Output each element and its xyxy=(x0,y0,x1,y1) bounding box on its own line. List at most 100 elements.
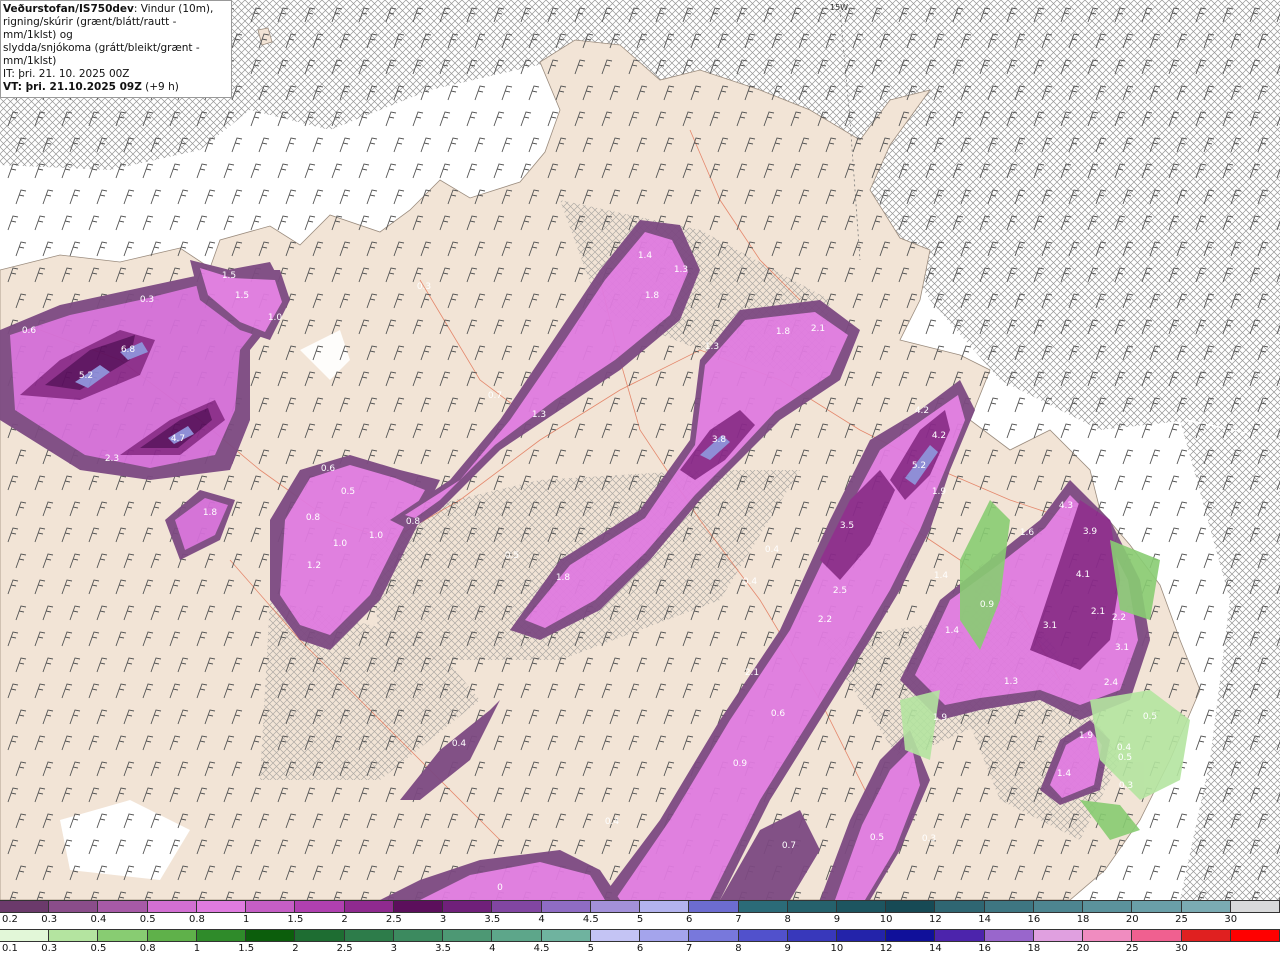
title-desc-2: rigning/skúrir (grænt/blátt/rautt - mm/1… xyxy=(3,16,177,41)
scale-rain-label: 7 xyxy=(686,943,693,954)
precip-value-label: 5.2 xyxy=(79,371,93,381)
scale-snow-swatch xyxy=(0,901,50,912)
scale-rain-swatch xyxy=(640,930,690,941)
snow-scale-bar: 0.2 0.3 0.4 0.5 0.8 1 1.5 2 2.5 3 3.5 4 4.5 5 6 7 8 9 10 12… xyxy=(0,900,1280,929)
scale-snow-label: 18 xyxy=(1076,914,1090,925)
precip-value-label: 1.8 xyxy=(645,291,660,301)
scale-snow-label: 5 xyxy=(636,914,644,925)
precip-value-label: 1.5 xyxy=(235,291,249,301)
scale-rain-label: 16 xyxy=(978,943,991,954)
precip-value-label: 0.7 xyxy=(782,841,796,851)
scale-rain-label: 6 xyxy=(636,943,644,954)
scale-snow-label: 12 xyxy=(929,914,942,925)
scale-snow-swatch xyxy=(1181,901,1231,912)
precip-value-label: 0.8 xyxy=(306,513,321,523)
scale-rain-swatch xyxy=(836,930,887,941)
rain-scale-labels: 0.1 0.3 0.5 0.8 1 1.5 2 2.5 3 3.5 4 4.5 5 6 7 8 9 10 12 14 1… xyxy=(0,942,1280,956)
rain-scale-bar: 0.1 0.3 0.5 0.8 1 1.5 2 2.5 3 3.5 4 4.5 5 6 7 8 9 10 12 14 1… xyxy=(0,929,1280,958)
precip-value-label: 1.3 xyxy=(1004,677,1018,687)
precip-value-label: 1.8 xyxy=(203,508,218,518)
scale-snow-label: 0.5 xyxy=(139,914,156,925)
scale-snow-swatch xyxy=(689,901,739,912)
precip-value-label: 4.1 xyxy=(1076,570,1090,580)
precip-value-label: 0.5 xyxy=(1143,712,1157,722)
precip-value-label: 0.4 xyxy=(1117,743,1132,753)
scale-rain-label: 2.5 xyxy=(336,943,353,954)
precip-value-label: 3.1 xyxy=(1043,621,1057,631)
precip-value-label: 1.0 xyxy=(268,313,283,323)
precip-value-label: 0.3 xyxy=(1119,781,1133,791)
precip-value-label: 4.3 xyxy=(1059,501,1073,511)
scale-rain-label: 3 xyxy=(390,943,398,954)
precip-value-label: 6.8 xyxy=(121,345,136,355)
precip-value-label: 0.4 xyxy=(743,577,758,587)
scale-rain-swatch xyxy=(344,930,394,941)
precip-value-label: 1.0 xyxy=(333,539,348,549)
scale-rain-label: 14 xyxy=(929,943,942,954)
precip-value-label: 0.4 xyxy=(452,739,467,749)
scale-rain-label: 10 xyxy=(830,943,844,954)
scale-rain-swatch xyxy=(541,930,591,941)
scale-snow-label: 1.5 xyxy=(287,914,304,925)
scale-snow-label: 8 xyxy=(784,914,791,925)
scale-rain-swatch xyxy=(689,930,739,941)
scale-snow-swatch xyxy=(443,901,493,912)
scale-rain-swatch xyxy=(1033,930,1084,941)
scale-rain-label: 0.5 xyxy=(90,943,107,954)
scale-snow-swatch xyxy=(246,901,296,912)
precip-value-label: 1.5 xyxy=(222,271,236,281)
scale-snow-label: 6 xyxy=(686,914,693,925)
precip-value-label: 1.2 xyxy=(307,561,321,571)
scale-rain-label: 3.5 xyxy=(435,943,452,954)
scale-rain-label: 4.5 xyxy=(533,943,550,954)
scale-rain-label: 25 xyxy=(1125,943,1139,954)
precip-value-label: 0.6 xyxy=(771,709,786,719)
precip-value-label: 0.7 xyxy=(488,391,502,401)
precip-value-label: 1.3 xyxy=(532,410,546,420)
scale-snow-label: 4.5 xyxy=(582,914,599,925)
scale-snow-label: 14 xyxy=(978,914,991,925)
precip-value-label: 1.4 xyxy=(934,571,949,581)
scale-rain-label: 18 xyxy=(1027,943,1041,954)
scale-rain-swatch xyxy=(787,930,837,941)
precip-value-label: 3.8 xyxy=(712,435,727,445)
scale-snow-swatch xyxy=(886,901,936,912)
precip-value-label: 0.9 xyxy=(733,759,748,769)
scale-rain-label: 0.1 xyxy=(2,943,18,954)
scale-rain-label: 1.5 xyxy=(238,943,255,954)
scale-rain-swatch xyxy=(98,930,148,941)
scale-rain-label: 12 xyxy=(879,943,893,954)
scale-rain-swatch xyxy=(738,930,788,941)
precip-value-label: 4.2 xyxy=(915,406,929,416)
title-desc-1: : Vindur (10m), xyxy=(133,3,214,15)
precip-value-label: 0.4 xyxy=(765,545,780,555)
precip-value-label: 3.5 xyxy=(840,521,854,531)
scale-rain-label: 2 xyxy=(292,943,299,954)
scale-snow-swatch xyxy=(787,901,837,912)
precip-value-label: 0.3 xyxy=(140,295,154,305)
scale-snow-label: 20 xyxy=(1125,914,1139,925)
precip-value-label: 0.5 xyxy=(1118,753,1132,763)
weather-map: 15W 1.51.50.30.66.85.21.04.72.31.80.31.4… xyxy=(0,0,1280,900)
scale-rain-swatch xyxy=(935,930,985,941)
precip-value-label: 1.3 xyxy=(705,342,719,352)
precip-value-label: 1.9 xyxy=(1079,731,1094,741)
scale-snow-label: 3.5 xyxy=(484,914,501,925)
precip-value-label: 2.5 xyxy=(833,586,847,596)
scale-rain-label: 20 xyxy=(1076,943,1090,954)
precip-value-label: 0.5 xyxy=(341,487,355,497)
scale-rain-swatch xyxy=(1132,930,1182,941)
scale-snow-swatch xyxy=(836,901,887,912)
rain-scale-swatches xyxy=(0,929,1280,942)
scale-snow-label: 2.5 xyxy=(385,914,402,925)
precip-value-label: 3.9 xyxy=(1083,527,1098,537)
precip-value-label: 0.6 xyxy=(22,326,37,336)
precip-value-label: 4.7 xyxy=(171,434,185,444)
precip-value-label: 3.1 xyxy=(1115,643,1129,653)
scale-snow-swatch xyxy=(98,901,148,912)
scale-snow-label: 3 xyxy=(439,914,447,925)
scale-snow-label: 10 xyxy=(879,914,893,925)
scale-snow-swatch xyxy=(984,901,1034,912)
scale-rain-swatch xyxy=(492,930,542,941)
scale-rain-swatch xyxy=(147,930,197,941)
